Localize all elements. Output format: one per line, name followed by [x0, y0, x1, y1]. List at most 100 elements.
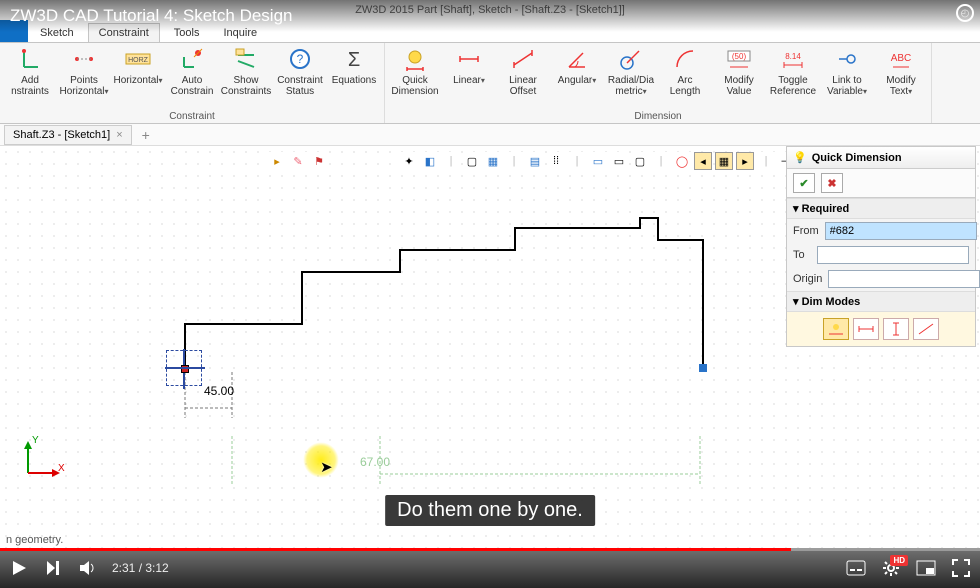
- dim-mode-auto[interactable]: [823, 318, 849, 340]
- dim-mode-vertical[interactable]: [883, 318, 909, 340]
- origin-label: Origin: [793, 273, 822, 285]
- points-horizontal-icon: [70, 45, 98, 73]
- to-label: To: [793, 249, 811, 261]
- watch-later-icon[interactable]: ◴: [956, 4, 974, 22]
- sep: |: [652, 152, 670, 170]
- dotted-icon[interactable]: ⁞⁞: [547, 152, 565, 170]
- dash-rect-icon[interactable]: ▭: [610, 152, 628, 170]
- box-icon[interactable]: ▢: [463, 152, 481, 170]
- fullscreen-button[interactable]: [952, 559, 970, 577]
- svg-text:?: ?: [297, 52, 304, 66]
- from-input[interactable]: [825, 222, 977, 240]
- add-constraints-button[interactable]: Add nstraints: [6, 45, 54, 109]
- label: Toggle Reference: [770, 75, 816, 97]
- grid-blue-icon[interactable]: ▤: [526, 152, 544, 170]
- section-label: Required: [802, 203, 850, 215]
- show-constraints-button[interactable]: Show Constraints: [222, 45, 270, 109]
- angular-button[interactable]: Angular: [553, 45, 601, 109]
- cubes-icon[interactable]: ▦: [484, 152, 502, 170]
- file-tab[interactable]: [0, 20, 28, 42]
- modify-text-icon: ABC: [887, 45, 915, 73]
- arc-length-button[interactable]: Arc Length: [661, 45, 709, 109]
- quick-dimension-button[interactable]: Quick Dimension: [391, 45, 439, 109]
- label: Modify Value: [724, 75, 753, 97]
- from-label: From: [793, 225, 819, 237]
- link-to-variable-button[interactable]: Link to Variable: [823, 45, 871, 109]
- label: Radial/Dia metric: [608, 75, 654, 97]
- label: Quick Dimension: [391, 75, 438, 97]
- volume-control[interactable]: [78, 559, 96, 577]
- confirm-button[interactable]: ✔: [793, 173, 815, 193]
- points-horizontal-button[interactable]: Points Horizontal: [60, 45, 108, 109]
- toggle-b-icon[interactable]: ▦: [715, 152, 733, 170]
- tab-tools[interactable]: Tools: [164, 24, 210, 42]
- progress-track[interactable]: [0, 548, 980, 551]
- auto-constrain-button[interactable]: Auto Constrain: [168, 45, 216, 109]
- label: Modify Text: [886, 75, 915, 97]
- equations-button[interactable]: Σ Equations: [330, 45, 378, 109]
- outline-icon[interactable]: ▢: [631, 152, 649, 170]
- settings-button[interactable]: HD: [882, 559, 900, 577]
- miniplayer-button[interactable]: [916, 560, 936, 576]
- video-top-right: ◴: [956, 4, 974, 22]
- cube-icon[interactable]: ◧: [421, 152, 439, 170]
- circle-icon[interactable]: ◯: [673, 152, 691, 170]
- quick-dimension-panel: 💡 Quick Dimension ✔ ✖ ▾ Required From To…: [786, 146, 976, 347]
- constraint-status-button[interactable]: ? Constraint Status: [276, 45, 324, 109]
- radial-diameter-button[interactable]: Radial/Dia metric: [607, 45, 655, 109]
- axis-y-label: Y: [32, 435, 39, 446]
- toggle-reference-button[interactable]: 8.14 Toggle Reference: [769, 45, 817, 109]
- dim-mode-aligned[interactable]: [913, 318, 939, 340]
- group-label-dimension: Dimension: [391, 109, 925, 123]
- flag-icon[interactable]: ⚑: [310, 152, 328, 170]
- dim-mode-row: [787, 312, 975, 346]
- time-total: 3:12: [145, 561, 168, 575]
- play-button[interactable]: [10, 559, 28, 577]
- show-constraints-icon: [232, 45, 260, 73]
- wand-icon[interactable]: ✦: [400, 152, 418, 170]
- run-icon[interactable]: ▸: [268, 152, 286, 170]
- svg-text:ABC: ABC: [891, 53, 912, 64]
- auto-constrain-icon: [178, 45, 206, 73]
- pencil-icon[interactable]: ✎: [289, 152, 307, 170]
- label: Equations: [332, 75, 376, 86]
- label: Link to Variable: [827, 75, 867, 97]
- sigma-icon: Σ: [340, 45, 368, 73]
- label: Add nstraints: [11, 75, 49, 97]
- sep: |: [568, 152, 586, 170]
- window-title: ZW3D 2015 Part [Shaft], Sketch - [Shaft.…: [355, 4, 625, 16]
- toggle-a-icon[interactable]: ◂: [694, 152, 712, 170]
- section-dim-modes[interactable]: ▾ Dim Modes: [787, 291, 975, 312]
- time-current: 2:31: [112, 561, 135, 575]
- status-hint: n geometry.: [6, 534, 63, 546]
- modify-value-button[interactable]: (50) Modify Value: [715, 45, 763, 109]
- dim-mode-horizontal[interactable]: [853, 318, 879, 340]
- linear-offset-button[interactable]: Linear Offset: [499, 45, 547, 109]
- tab-constraint[interactable]: Constraint: [88, 23, 160, 42]
- link-variable-icon: [833, 45, 861, 73]
- svg-text:(50): (50): [732, 52, 747, 61]
- horizontal-button[interactable]: HORZ Horizontal: [114, 45, 162, 109]
- cancel-button[interactable]: ✖: [821, 173, 843, 193]
- linear-icon: [455, 45, 483, 73]
- origin-input[interactable]: [828, 270, 980, 288]
- next-button[interactable]: [44, 559, 62, 577]
- modify-text-button[interactable]: ABC Modify Text: [877, 45, 925, 109]
- label: Arc Length: [670, 75, 701, 97]
- tab-inquire[interactable]: Inquire: [213, 24, 267, 42]
- sep: |: [505, 152, 523, 170]
- layer-icon[interactable]: ▭: [589, 152, 607, 170]
- close-icon[interactable]: ×: [116, 129, 122, 141]
- to-input[interactable]: [817, 246, 969, 264]
- captions-button[interactable]: [846, 560, 866, 576]
- linear-offset-icon: [509, 45, 537, 73]
- tab-sketch[interactable]: Sketch: [30, 24, 84, 42]
- document-tab[interactable]: Shaft.Z3 - [Sketch1] ×: [4, 125, 132, 145]
- toggle-c-icon[interactable]: ▸: [736, 152, 754, 170]
- new-document-button[interactable]: +: [132, 125, 160, 145]
- dimension-value: 45.00: [204, 384, 234, 398]
- panel-title: 💡 Quick Dimension: [787, 147, 975, 169]
- section-required[interactable]: ▾ Required: [787, 198, 975, 219]
- perpendicular-icon: [16, 45, 44, 73]
- linear-button[interactable]: Linear: [445, 45, 493, 109]
